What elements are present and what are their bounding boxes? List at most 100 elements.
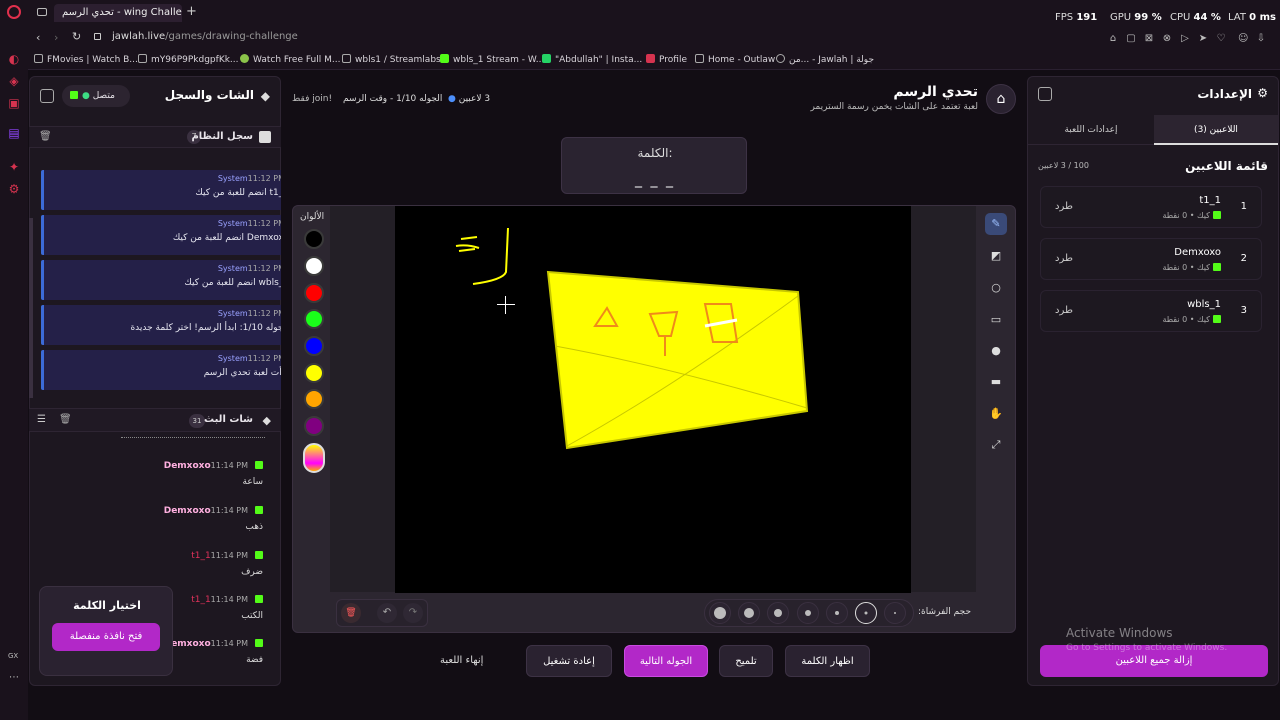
- address-bar: ‹ › ↻ jawlah.live/games/drawing-challeng…: [28, 26, 1280, 50]
- history-controls: 🗑 ↶ ↷: [336, 599, 428, 627]
- eraser-icon[interactable]: ◩: [985, 245, 1007, 267]
- color-swatch-orange[interactable]: [304, 389, 324, 409]
- settings-icon[interactable]: ⚙: [7, 182, 21, 196]
- gx-control-icon[interactable]: ◈: [7, 74, 21, 88]
- brush-size-option[interactable]: [826, 602, 848, 624]
- profile-icon[interactable]: ☺: [1238, 34, 1248, 44]
- bookmark-item[interactable]: "Abdullah" | Insta...: [542, 54, 642, 65]
- pencil-icon[interactable]: ✎: [985, 213, 1007, 235]
- bookmark-item[interactable]: mY96P9PkdgpfKk...: [138, 54, 239, 65]
- back-icon[interactable]: ‹: [36, 31, 40, 44]
- brush-size-option[interactable]: [767, 602, 789, 624]
- clear-chat-icon[interactable]: 🗑: [59, 414, 72, 425]
- opera-logo-icon[interactable]: [7, 5, 21, 19]
- reload-icon[interactable]: ↻: [72, 30, 81, 43]
- brush-size-option-selected[interactable]: [855, 602, 877, 624]
- forward-icon[interactable]: ›: [54, 31, 58, 44]
- adblock-icon[interactable]: ⊗: [1162, 34, 1172, 44]
- chat-message: Demxoxo11:14 PM ذهب: [164, 506, 263, 532]
- undo-icon[interactable]: ↶: [377, 603, 397, 623]
- messenger-icon[interactable]: ▣: [7, 96, 21, 110]
- message-text: الجوله 1/10: ابدأ الرسم! اختر كلمة جديدة: [130, 323, 281, 333]
- clear-canvas-icon[interactable]: 🗑: [341, 603, 361, 623]
- clear-log-icon[interactable]: 🗑: [39, 131, 52, 142]
- bookmark-item[interactable]: Home - Outlaw: [695, 54, 775, 65]
- filled-circle-icon[interactable]: ●: [985, 340, 1007, 362]
- brush-size-option[interactable]: [709, 602, 731, 624]
- heart-icon[interactable]: ♡: [1216, 34, 1226, 44]
- end-game-button[interactable]: إنهاء اللعبة: [440, 655, 483, 666]
- truncated-message: [121, 437, 265, 440]
- player-icon[interactable]: ▷: [1180, 34, 1190, 44]
- kick-icon: [255, 551, 263, 559]
- brush-size-option[interactable]: [884, 602, 906, 624]
- system-log-title: سجل النظام: [191, 131, 253, 142]
- drawing-canvas[interactable]: [395, 206, 911, 593]
- scrollbar[interactable]: [29, 218, 33, 398]
- bookmark-item[interactable]: Profile: [646, 54, 687, 65]
- color-swatch-red[interactable]: [304, 283, 324, 303]
- rectangle-icon[interactable]: ▭: [985, 309, 1007, 331]
- line-icon[interactable]: ⤢: [985, 434, 1007, 456]
- browser-tab[interactable]: تحدي الرسم - wing Challenge: [54, 4, 182, 22]
- color-swatch-purple[interactable]: [304, 416, 324, 436]
- bookmark-item[interactable]: wbls1 / Streamlabs: [342, 54, 441, 65]
- extensions-icon[interactable]: ⌂: [1108, 34, 1118, 44]
- gx-cleaner-icon[interactable]: ✦: [7, 160, 21, 174]
- color-swatch-black[interactable]: [304, 229, 324, 249]
- player-rank: 2: [1240, 253, 1247, 264]
- fill-icon[interactable]: ✋: [985, 403, 1007, 425]
- kick-player-button[interactable]: طرد: [1055, 305, 1073, 316]
- filled-rectangle-icon[interactable]: ▬: [985, 371, 1007, 393]
- vpn-icon[interactable]: ⊠: [1144, 34, 1154, 44]
- join-hint: !join فقط: [292, 94, 333, 104]
- workspaces-icon[interactable]: [37, 8, 47, 16]
- color-swatch-yellow[interactable]: [304, 363, 324, 383]
- kick-player-button[interactable]: طرد: [1055, 253, 1073, 264]
- bookmark-label: Profile: [659, 55, 687, 65]
- system-message: System11:12 PM Demxoxo انضم للعبة من كيك: [41, 215, 281, 255]
- color-swatch-white[interactable]: [304, 256, 324, 276]
- bookmark-item[interactable]: من... - Jawlah | جولة: [776, 54, 874, 65]
- send-icon[interactable]: ➤: [1198, 34, 1208, 44]
- circle-icon[interactable]: ○: [985, 277, 1007, 299]
- fps-stat: FPS 191: [1055, 12, 1097, 23]
- message-text: wbls_1 انضم للعبة من كيك: [184, 278, 281, 288]
- brush-size-option[interactable]: [738, 602, 760, 624]
- speed-dial-icon[interactable]: ◐: [7, 52, 21, 66]
- download-icon[interactable]: ⇩: [1256, 34, 1266, 44]
- lock-icon: [94, 33, 101, 40]
- settings-panel: الإعدادات ⚙ إعدادات اللعبة اللاعبين (3) …: [1027, 76, 1279, 686]
- brush-size-option[interactable]: [797, 602, 819, 624]
- custom-color-picker[interactable]: [303, 443, 325, 473]
- page-icon: [695, 54, 704, 63]
- page-icon: [34, 54, 43, 63]
- color-swatch-blue[interactable]: [304, 336, 324, 356]
- snapshot-icon[interactable]: ▢: [1126, 34, 1136, 44]
- bookmark-item[interactable]: wbls_1 Stream - W...: [440, 54, 544, 65]
- cpu-label: CPU: [1170, 12, 1191, 23]
- tab-game-settings[interactable]: إعدادات اللعبة: [1028, 115, 1154, 145]
- bookmark-item[interactable]: Watch Free Full M...: [240, 54, 340, 65]
- redo-icon[interactable]: ↷: [403, 603, 423, 623]
- show-word-button[interactable]: اظهار الكلمة: [785, 645, 870, 677]
- restart-button[interactable]: إعادة تشغيل: [526, 645, 612, 677]
- player-rank: 3: [1240, 305, 1247, 316]
- new-tab-icon[interactable]: +: [186, 4, 197, 19]
- collapse-panel-icon[interactable]: [40, 89, 54, 103]
- home-icon[interactable]: ⌂: [986, 84, 1016, 114]
- hint-button[interactable]: تلميح: [719, 645, 773, 677]
- more-icon[interactable]: ⋯: [9, 672, 19, 683]
- next-round-button[interactable]: الجوله التالية: [624, 645, 708, 677]
- url-field[interactable]: jawlah.live/games/drawing-challenge: [112, 31, 298, 42]
- player-name: t1_1: [1199, 195, 1221, 206]
- twitch-icon[interactable]: ▤: [7, 126, 21, 140]
- filter-icon[interactable]: ☰: [37, 414, 46, 425]
- kick-player-button[interactable]: طرد: [1055, 201, 1073, 212]
- tab-players[interactable]: اللاعبين (3): [1154, 115, 1278, 145]
- open-window-button[interactable]: فتح نافذة منفصلة: [52, 623, 160, 651]
- bookmark-label: mY96P9PkdgpfKk...: [151, 55, 239, 65]
- bookmark-item[interactable]: FMovies | Watch B...: [34, 54, 138, 65]
- collapse-settings-icon[interactable]: [1038, 87, 1052, 101]
- color-swatch-green[interactable]: [304, 309, 324, 329]
